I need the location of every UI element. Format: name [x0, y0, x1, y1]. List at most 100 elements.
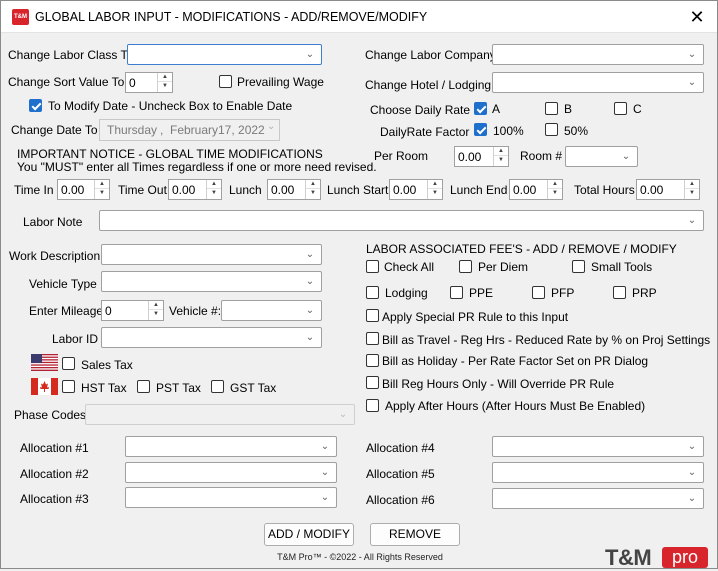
change-date-label: Change Date To	[11, 123, 98, 137]
bill-holiday-checkbox[interactable]	[366, 354, 379, 367]
window-title: GLOBAL LABOR INPUT - MODIFICATIONS - ADD…	[35, 10, 428, 24]
allocation-2-label: Allocation #2	[20, 467, 89, 481]
small-tools-checkbox[interactable]	[572, 260, 585, 273]
prevailing-wage-checkbox[interactable]	[219, 75, 232, 88]
room-number-dropdown[interactable]: ⌄	[565, 146, 638, 167]
pst-tax-checkbox[interactable]	[137, 380, 150, 393]
lunch-value: 0.00	[271, 183, 295, 197]
spin-up-icon[interactable]: ▲	[428, 180, 442, 189]
rate-b-checkbox[interactable]	[545, 102, 558, 115]
work-description-dropdown[interactable]: ⌄	[101, 244, 322, 265]
mileage-value: 0	[105, 304, 112, 318]
time-in-value: 0.00	[61, 183, 85, 197]
change-sort-stepper[interactable]: 0 ▲ ▼	[125, 72, 173, 93]
allocation-3-dropdown[interactable]: ⌄	[125, 487, 337, 508]
time-out-stepper[interactable]: 0.00 ▲ ▼	[168, 179, 222, 200]
pfp-checkbox[interactable]	[532, 286, 545, 299]
spin-down-icon[interactable]: ▼	[685, 189, 699, 198]
ppe-checkbox[interactable]	[450, 286, 463, 299]
phase-codes-dropdown[interactable]: ⌄	[85, 404, 355, 425]
vehicle-number-dropdown[interactable]: ⌄	[221, 300, 322, 321]
spin-up-icon[interactable]: ▲	[548, 180, 562, 189]
mileage-stepper[interactable]: 0 ▲ ▼	[101, 300, 164, 321]
hst-tax-label: HST Tax	[81, 381, 127, 395]
factor-100-checkbox[interactable]	[474, 123, 487, 136]
allocation-2-dropdown[interactable]: ⌄	[125, 462, 337, 483]
allocation-6-label: Allocation #6	[366, 493, 435, 507]
allocation-5-dropdown[interactable]: ⌄	[492, 462, 704, 483]
lunch-end-stepper[interactable]: 0.00 ▲ ▼	[509, 179, 563, 200]
spin-up-icon[interactable]: ▲	[685, 180, 699, 189]
chevron-down-icon: ⌄	[687, 493, 697, 504]
apply-after-hours-checkbox[interactable]	[366, 399, 379, 412]
rate-b-label: B	[564, 102, 573, 116]
remove-button[interactable]: REMOVE	[370, 523, 460, 546]
room-number-label: Room #	[520, 149, 563, 163]
labor-note-dropdown[interactable]: ⌄	[99, 210, 704, 231]
check-all-checkbox[interactable]	[366, 260, 379, 273]
per-room-stepper[interactable]: 0.00 ▲ ▼	[454, 146, 509, 167]
add-modify-button[interactable]: ADD / MODIFY	[264, 523, 354, 546]
date-day-year: 17, 2022	[218, 123, 265, 137]
change-hotel-dropdown[interactable]: ⌄	[492, 72, 704, 93]
lodging-checkbox[interactable]	[366, 286, 379, 299]
lunch-end-value: 0.00	[513, 183, 537, 197]
bill-travel-checkbox[interactable]	[366, 332, 379, 345]
phase-codes-label: Phase Codes	[14, 408, 87, 422]
check-all-label: Check All	[384, 260, 435, 274]
labor-id-dropdown[interactable]: ⌄	[101, 327, 322, 348]
apply-special-pr-checkbox[interactable]	[366, 309, 379, 322]
per-diem-checkbox[interactable]	[459, 260, 472, 273]
modify-date-label: To Modify Date - Uncheck Box to Enable D…	[48, 99, 293, 113]
chevron-down-icon: ⌄	[320, 492, 330, 503]
rate-c-checkbox[interactable]	[614, 102, 627, 115]
allocation-4-dropdown[interactable]: ⌄	[492, 436, 704, 457]
fees-heading: LABOR ASSOCIATED FEE'S - ADD / REMOVE / …	[366, 242, 677, 256]
chevron-down-icon: ⌄	[267, 121, 276, 132]
total-hours-stepper[interactable]: 0.00 ▲ ▼	[636, 179, 700, 200]
change-labor-company-dropdown[interactable]: ⌄	[492, 44, 704, 65]
time-in-label: Time In	[14, 183, 54, 197]
spin-up-icon[interactable]: ▲	[149, 301, 163, 310]
pst-tax-label: PST Tax	[156, 381, 201, 395]
time-in-stepper[interactable]: 0.00 ▲ ▼	[57, 179, 110, 200]
spin-down-icon[interactable]: ▼	[428, 189, 442, 198]
vehicle-type-dropdown[interactable]: ⌄	[101, 271, 322, 292]
close-icon[interactable]: ✕	[687, 6, 707, 28]
gst-tax-checkbox[interactable]	[211, 380, 224, 393]
spin-up-icon[interactable]: ▲	[158, 73, 172, 82]
prp-checkbox[interactable]	[613, 286, 626, 299]
spin-down-icon[interactable]: ▼	[548, 189, 562, 198]
allocation-4-label: Allocation #4	[366, 441, 435, 455]
modify-date-checkbox[interactable]	[29, 99, 42, 112]
allocation-6-dropdown[interactable]: ⌄	[492, 488, 704, 509]
change-labor-class-label: Change Labor Class To	[8, 48, 134, 62]
sales-tax-checkbox[interactable]	[62, 357, 75, 370]
chevron-down-icon: ⌄	[320, 441, 330, 452]
rate-a-checkbox[interactable]	[474, 102, 487, 115]
spin-down-icon[interactable]: ▼	[306, 189, 320, 198]
allocation-1-dropdown[interactable]: ⌄	[125, 436, 337, 457]
lunch-stepper[interactable]: 0.00 ▲ ▼	[267, 179, 321, 200]
dialog-window: T&M GLOBAL LABOR INPUT - MODIFICATIONS -…	[0, 0, 718, 570]
spin-down-icon[interactable]: ▼	[95, 189, 109, 198]
spin-down-icon[interactable]: ▼	[158, 82, 172, 91]
spin-up-icon[interactable]: ▲	[95, 180, 109, 189]
change-date-picker[interactable]: Thursday , February 17, 2022 ⌄	[99, 119, 280, 141]
bill-reg-hours-checkbox[interactable]	[366, 376, 379, 389]
factor-50-checkbox[interactable]	[545, 123, 558, 136]
lunch-start-stepper[interactable]: 0.00 ▲ ▼	[389, 179, 443, 200]
tm-pro-logo: T&M pro	[605, 545, 708, 570]
hst-tax-checkbox[interactable]	[62, 380, 75, 393]
spin-up-icon[interactable]: ▲	[207, 180, 221, 189]
spin-down-icon[interactable]: ▼	[149, 310, 163, 319]
spin-down-icon[interactable]: ▼	[207, 189, 221, 198]
sales-tax-label: Sales Tax	[81, 358, 133, 372]
change-labor-class-dropdown[interactable]: ⌄	[127, 44, 322, 65]
spin-down-icon[interactable]: ▼	[494, 156, 508, 165]
spin-up-icon[interactable]: ▲	[494, 147, 508, 156]
spin-up-icon[interactable]: ▲	[306, 180, 320, 189]
per-diem-label: Per Diem	[478, 260, 529, 274]
per-room-value: 0.00	[458, 150, 482, 164]
chevron-down-icon: ⌄	[305, 332, 315, 343]
